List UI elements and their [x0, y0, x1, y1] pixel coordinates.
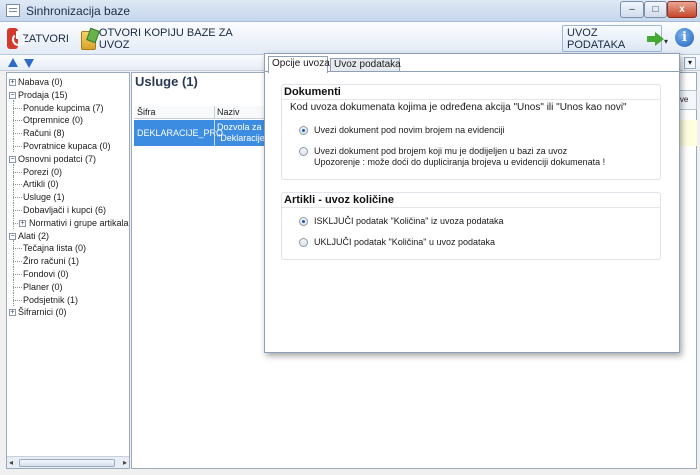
cell-sifra: DEKLARACIJE_PRO — [137, 128, 224, 138]
tree-item-label: Alati (2) — [18, 230, 50, 241]
radio-assigned-number[interactable] — [299, 147, 308, 156]
open-copy-button[interactable]: OTVORI KOPIJU BAZE ZA UVOZ — [78, 25, 238, 52]
power-icon — [7, 28, 26, 49]
title-bar: Sinhronizacija baze – □ x — [0, 0, 700, 22]
import-data-button[interactable]: UVOZ PODATAKA — [562, 25, 665, 52]
radio-assigned-number-label[interactable]: Uvezi dokument pod brojem koji mu je dod… — [314, 146, 567, 156]
column-header-naziv[interactable]: Naziv — [217, 107, 240, 117]
tree-item[interactable]: + Normativi i grupe artikala (0 — [7, 214, 130, 230]
tree-item-label: Fondovi (0) — [23, 268, 69, 279]
tree-item[interactable]: Podsjetnik (1) — [7, 291, 129, 307]
column-header-sifra[interactable]: Šifra — [137, 107, 156, 117]
maximize-button[interactable]: □ — [644, 1, 667, 18]
collapse-icon[interactable]: − — [9, 232, 16, 240]
documents-description: Kod uvoza dokumenata kojima je određena … — [290, 102, 627, 113]
radio-include-quantity-label[interactable]: UKLJUČI podatak "Količina" u uvoz podata… — [314, 237, 495, 247]
tree-item[interactable]: Porezi (0) — [7, 163, 129, 179]
tree-item-label: Povratnice kupaca (0) — [23, 140, 111, 151]
scrollbar-thumb[interactable] — [19, 459, 115, 467]
toolbar: ZATVORI OTVORI KOPIJU BAZE ZA UVOZ UVOZ … — [0, 22, 700, 55]
import-options-popup: Opcije uvoza Uvoz podataka Dokumenti Kod… — [264, 53, 680, 353]
close-window-button[interactable]: x — [667, 1, 697, 18]
collapse-icon[interactable]: − — [9, 91, 16, 99]
articles-group-title: Artikli - uvoz količine — [284, 194, 395, 206]
tree-item[interactable]: − Prodaja (15) — [7, 89, 129, 102]
tree-item[interactable]: + Nabava (0) — [7, 76, 129, 89]
tab-import-data[interactable]: Uvoz podataka — [330, 58, 401, 72]
tree-item-label: Artikli (0) — [23, 179, 59, 190]
table-row[interactable]: DEKLARACIJE_PRO Dozvola za k "Deklaracij… — [134, 120, 274, 146]
nav-dropdown-button[interactable]: ▾ — [684, 57, 696, 69]
tree-item-label: Planer (0) — [23, 281, 63, 292]
tree-item[interactable]: − Osnovni podatci (7) — [7, 153, 129, 166]
tree-item[interactable]: Dobavljači i kupci (6) — [7, 202, 129, 217]
database-copy-icon — [79, 28, 96, 50]
radio-include-quantity[interactable] — [299, 238, 308, 247]
tree-item[interactable]: Žiro računi (1) — [7, 253, 129, 268]
cell-separator — [214, 120, 215, 146]
tree-item[interactable]: Računi (8) — [7, 125, 129, 140]
radio-new-number[interactable] — [299, 126, 308, 135]
tree-item[interactable]: Povratnice kupaca (0) — [7, 138, 129, 153]
column-separator — [214, 106, 215, 119]
tree-item[interactable]: + Šifrarnici (0) — [7, 306, 129, 319]
tree-item[interactable]: Tečajna lista (0) — [7, 240, 129, 255]
import-dropdown-icon[interactable]: ▾ — [664, 37, 668, 46]
window-title: Sinhronizacija baze — [26, 4, 131, 18]
tree-item-label: Dobavljači i kupci (6) — [23, 204, 107, 215]
tree-item[interactable]: Artikli (0) — [7, 176, 129, 191]
tree-item-label: Usluge (1) — [23, 192, 65, 203]
scroll-left-icon[interactable]: ◂ — [9, 458, 13, 467]
expand-icon[interactable]: + — [9, 79, 16, 86]
tree-item-label: Nabava (0) — [18, 77, 63, 87]
expand-icon[interactable]: + — [19, 219, 26, 227]
tree-item[interactable]: Ponude kupcima (7) — [7, 99, 129, 115]
expand-icon[interactable]: + — [9, 309, 16, 317]
tree-item[interactable]: Planer (0) — [7, 278, 129, 294]
tree-item-label: Tečajna lista (0) — [23, 243, 87, 254]
tree-item-label: Prodaja (15) — [18, 89, 68, 100]
collapse-icon[interactable]: − — [9, 155, 16, 163]
tree-item-label: Otpremnice (0) — [23, 115, 84, 126]
tree-item-label: Šifrarnici (0) — [18, 307, 67, 318]
open-copy-label: OTVORI KOPIJU BAZE ZA UVOZ — [98, 26, 233, 51]
documents-group-title: Dokumenti — [284, 86, 341, 98]
tree-item[interactable]: Otpremnice (0) — [7, 112, 129, 127]
tree-item-label: Porezi (0) — [23, 166, 63, 177]
tree-item-label: Računi (8) — [23, 128, 65, 139]
tree-item[interactable]: Usluge (1) — [7, 189, 129, 204]
group-divider — [282, 99, 660, 100]
grid-header: Šifra Naziv — [134, 106, 274, 119]
move-down-icon[interactable] — [24, 59, 34, 68]
tree-item[interactable]: Fondovi (0) — [7, 265, 129, 281]
tree-item-label: Osnovni podatci (7) — [18, 153, 97, 164]
radio-exclude-quantity[interactable] — [299, 217, 308, 226]
minimize-button[interactable]: – — [620, 1, 644, 18]
move-up-icon[interactable] — [8, 58, 18, 67]
tree-item-label: Žiro računi (1) — [23, 256, 80, 267]
close-button[interactable]: ZATVORI — [6, 25, 70, 52]
documents-group: Dokumenti Kod uvoza dokumenata kojima je… — [281, 84, 661, 180]
app-icon — [6, 4, 20, 17]
page-title: Usluge (1) — [135, 74, 198, 89]
close-button-label: ZATVORI — [22, 32, 69, 45]
radio-exclude-quantity-label[interactable]: ISKLJUČI podatak "Količina" iz uvoza pod… — [314, 216, 504, 226]
tab-import-options[interactable]: Opcije uvoza — [268, 56, 330, 73]
articles-quantity-group: Artikli - uvoz količine ISKLJUČI podatak… — [281, 192, 661, 260]
tree-item-label: Normativi i grupe artikala (0 — [29, 217, 130, 228]
horizontal-scrollbar[interactable]: ◂ ▸ — [7, 456, 129, 468]
category-tree: + Nabava (0) − Prodaja (15) Ponude kupcima (… — [7, 76, 130, 319]
tree-item[interactable]: − Alati (2) — [7, 230, 129, 243]
group-divider — [282, 207, 660, 208]
arrow-right-icon — [646, 30, 665, 47]
tree-item-label: Podsjetnik (1) — [23, 294, 79, 305]
tree-item-label: Ponude kupcima (7) — [23, 102, 104, 113]
category-tree-panel: + Nabava (0) − Prodaja (15) Ponude kupcima (… — [6, 72, 130, 469]
radio-new-number-label[interactable]: Uvezi dokument pod novim brojem na evide… — [314, 125, 505, 135]
import-data-label: UVOZ PODATAKA — [567, 26, 626, 51]
duplicate-warning: Upozorenje : može doći do dupliciranja b… — [314, 157, 606, 167]
scroll-right-icon[interactable]: ▸ — [123, 458, 127, 467]
info-icon[interactable]: i — [675, 28, 694, 47]
